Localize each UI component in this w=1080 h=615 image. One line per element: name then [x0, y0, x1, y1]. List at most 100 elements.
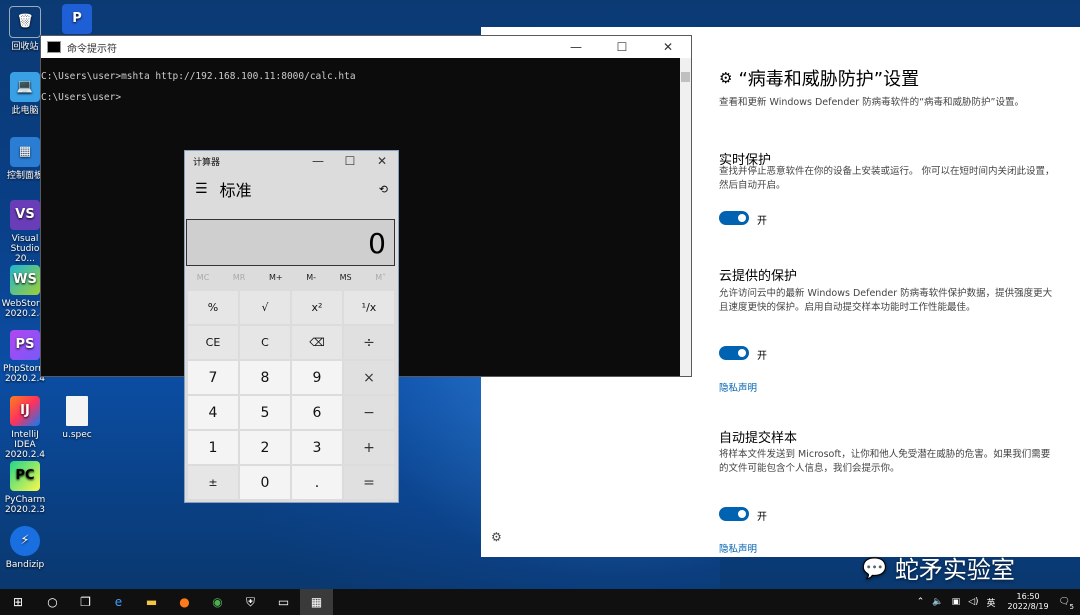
mem-add-button[interactable]: M+	[269, 273, 283, 282]
app-icon: P	[62, 4, 92, 34]
cloud-toggle-label: 开	[757, 351, 767, 362]
clock-time: 16:50	[1016, 592, 1040, 601]
digit-0-key[interactable]: 0	[240, 466, 290, 499]
recycle-bin-icon: 🗑	[9, 6, 41, 38]
multiply-key[interactable]: ×	[344, 361, 394, 394]
divide-key[interactable]: ÷	[344, 326, 394, 359]
digit-4-key[interactable]: 4	[188, 396, 238, 429]
task-view-button[interactable]: ❐	[69, 589, 102, 615]
minimize-button[interactable]: —	[553, 36, 599, 58]
calc-title: 计算器	[193, 157, 221, 168]
reciprocal-key[interactable]: ¹/x	[344, 291, 394, 324]
notification-icon[interactable]: 🗨 5	[1059, 597, 1074, 611]
mem-store-button[interactable]: MS	[340, 273, 352, 282]
system-tray: ⌃ 🔈 ▣ ◁) 英 16:50 2022/8/19 🗨 5	[913, 589, 1080, 615]
desktop-icon-label: IntelliJ IDEA 2020.2.4	[4, 430, 46, 460]
network-icon[interactable]: ▣	[952, 597, 961, 607]
taskbar-explorer[interactable]: ▬	[135, 589, 168, 615]
digit-1-key[interactable]: 1	[188, 431, 238, 464]
taskbar-firefox[interactable]: ●	[168, 589, 201, 615]
digit-9-key[interactable]: 9	[292, 361, 342, 394]
digit-8-key[interactable]: 8	[240, 361, 290, 394]
task-view-icon: ❐	[80, 595, 91, 609]
realtime-toggle[interactable]	[719, 211, 749, 225]
square-key[interactable]: x²	[292, 291, 342, 324]
settings-gear-icon[interactable]: ⚙	[491, 530, 502, 544]
hamburger-menu-icon[interactable]: ☰	[185, 181, 220, 197]
add-key[interactable]: +	[344, 431, 394, 464]
desktop-icon-pycharm[interactable]: PC PyCharm 2020.2.3	[0, 461, 50, 515]
percent-key[interactable]: %	[188, 291, 238, 324]
digit-5-key[interactable]: 5	[240, 396, 290, 429]
close-button[interactable]: ✕	[366, 150, 398, 172]
cmd-line: C:\Users\user>mshta http://192.168.100.1…	[41, 71, 356, 82]
watermark-text: 蛇矛实验室	[894, 556, 1015, 584]
search-button[interactable]: ○	[36, 589, 69, 615]
digit-7-key[interactable]: 7	[188, 361, 238, 394]
desktop-icon-bandizip[interactable]: ⚡ Bandizip	[0, 526, 50, 570]
sqrt-key[interactable]: √	[240, 291, 290, 324]
calc-keypad: % √ x² ¹/x CE C ⌫ ÷ 7 8 9 × 4 5 6 − 1 2 …	[188, 291, 396, 499]
taskbar-cmd[interactable]: ▭	[267, 589, 300, 615]
maximize-button[interactable]: ☐	[599, 36, 645, 58]
calc-titlebar: 计算器 — ☐ ✕	[185, 151, 398, 171]
digit-2-key[interactable]: 2	[240, 431, 290, 464]
ime-indicator[interactable]: 英	[987, 596, 996, 609]
section-desc-cloud: 允许访问云中的最新 Windows Defender 防病毒软件保护数据，提供强…	[719, 288, 1053, 313]
privacy-link-sample[interactable]: 隐私声明	[719, 541, 757, 555]
control-panel-icon: ▦	[10, 137, 40, 167]
cmd-scrollbar[interactable]	[680, 58, 691, 376]
desktop-icon-label: 控制面板	[6, 171, 43, 181]
taskbar-defender[interactable]: ⛨	[234, 589, 267, 615]
close-button[interactable]: ✕	[645, 36, 691, 58]
visual-studio-icon: VS	[10, 200, 40, 230]
subtract-key[interactable]: −	[344, 396, 394, 429]
mem-clear-button[interactable]: MC	[197, 273, 210, 282]
minimize-button[interactable]: —	[302, 150, 334, 172]
scrollbar-thumb[interactable]	[681, 72, 690, 82]
mem-list-button[interactable]: M˅	[375, 273, 386, 282]
volume-icon[interactable]: ◁)	[968, 597, 978, 607]
backspace-key[interactable]: ⌫	[292, 326, 342, 359]
maximize-button[interactable]: ☐	[334, 150, 366, 172]
gear-icon: ⚙	[719, 69, 733, 87]
start-button[interactable]: ⊞	[0, 589, 36, 615]
taskbar-chrome[interactable]: ◉	[201, 589, 234, 615]
digit-3-key[interactable]: 3	[292, 431, 342, 464]
clock[interactable]: 16:50 2022/8/19	[1008, 592, 1049, 612]
desktop-icon-intellij[interactable]: IJ IntelliJ IDEA 2020.2.4	[0, 396, 50, 460]
realtime-toggle-label: 开	[757, 216, 767, 227]
history-icon[interactable]: ⟲	[379, 183, 398, 196]
bandizip-icon: ⚡	[10, 526, 40, 556]
shield-icon: ⛨	[245, 594, 255, 609]
privacy-link-cloud[interactable]: 隐私声明	[719, 380, 757, 394]
digit-6-key[interactable]: 6	[292, 396, 342, 429]
speaker-icon[interactable]: 🔈	[932, 597, 943, 607]
taskbar-calculator[interactable]: ▦	[300, 589, 333, 615]
cloud-toggle[interactable]	[719, 346, 749, 360]
taskbar-edge[interactable]: e	[102, 589, 135, 615]
desktop-icon-label: 此电脑	[11, 106, 39, 116]
decimal-key[interactable]: .	[292, 466, 342, 499]
desktop-file-icon[interactable]: u.spec	[52, 396, 102, 440]
section-heading-sample: 自动提交样本	[719, 431, 798, 446]
sample-toggle[interactable]	[719, 507, 749, 521]
firefox-icon: ●	[179, 595, 190, 609]
mem-recall-button[interactable]: MR	[233, 273, 245, 282]
mem-subtract-button[interactable]: M-	[306, 273, 316, 282]
settings-title-row: ⚙ “病毒和威胁防护”设置	[719, 65, 919, 91]
chevron-up-icon[interactable]: ⌃	[917, 597, 925, 607]
section-desc-realtime: 查找并停止恶意软件在你的设备上安装或运行。 你可以在短时间内关闭此设置，然后自动…	[719, 166, 1055, 191]
intellij-icon: IJ	[10, 396, 40, 426]
clear-entry-key[interactable]: CE	[188, 326, 238, 359]
clear-key[interactable]: C	[240, 326, 290, 359]
cmd-output[interactable]: C:\Users\user>mshta http://192.168.100.1…	[41, 58, 691, 108]
equals-key[interactable]: =	[344, 466, 394, 499]
edge-icon: e	[114, 595, 123, 609]
calc-display: 0	[186, 219, 395, 266]
search-circle-icon: ○	[47, 595, 58, 609]
negate-key[interactable]: ±	[188, 466, 238, 499]
desktop-icon-label: Visual Studio 20...	[10, 234, 40, 264]
desktop-icon-app[interactable]: P	[58, 4, 96, 38]
clock-date: 2022/8/19	[1007, 602, 1049, 611]
